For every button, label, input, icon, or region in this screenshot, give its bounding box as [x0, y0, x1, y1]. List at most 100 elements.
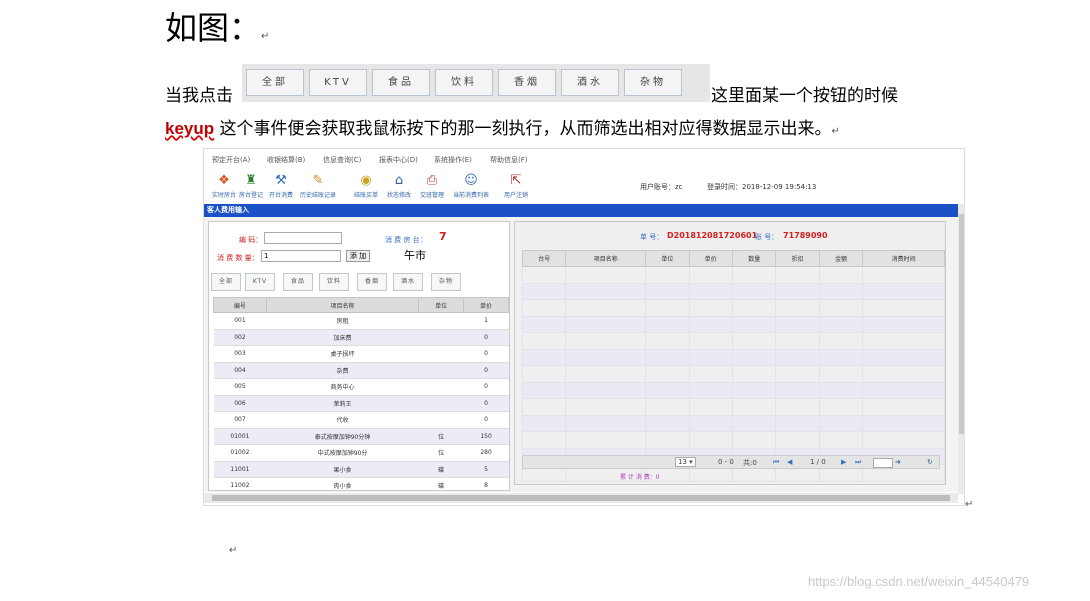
- keyword-keyup: keyup: [165, 119, 215, 138]
- table-row[interactable]: [521, 332, 945, 350]
- filter-button-cigarettes[interactable]: 香烟: [498, 69, 556, 96]
- table-cell: [862, 332, 945, 350]
- table-cell: [688, 348, 734, 366]
- page-text: 1 / 0: [810, 458, 826, 466]
- table-row[interactable]: [521, 365, 945, 383]
- col-header: 金额: [818, 250, 864, 267]
- horizontal-scrollbar[interactable]: [204, 493, 958, 503]
- vertical-scrollbar[interactable]: [958, 204, 964, 494]
- table-cell: [418, 329, 464, 346]
- menu-item[interactable]: 报表中心(D): [379, 155, 418, 165]
- table-row[interactable]: 11002 肉小食碟 8: [213, 477, 509, 490]
- toolbar-item-shift[interactable]: ⎙ 交班管理: [412, 173, 452, 199]
- table-cell: [732, 414, 777, 432]
- table-row[interactable]: [521, 282, 945, 300]
- col-header: 消费时间: [862, 250, 945, 267]
- filter-button-wine[interactable]: 酒水: [561, 69, 619, 96]
- tab-all[interactable]: 全部: [211, 273, 241, 291]
- table-cell: [521, 365, 567, 383]
- table-cell: [862, 348, 945, 366]
- table-row[interactable]: 003 桌子损坏 0: [213, 345, 509, 363]
- table-cell: [565, 414, 647, 432]
- last-page-icon[interactable]: ⏭: [855, 458, 861, 467]
- table-cell: 0: [463, 362, 509, 379]
- table-cell: 泰式按摩加钟90分钟: [266, 428, 419, 445]
- tab-ktv[interactable]: KTV: [245, 273, 275, 291]
- go-icon[interactable]: ➜: [895, 458, 901, 466]
- table-cell: 8: [463, 477, 509, 490]
- login-time: 登录时间：2018-12-09 19:54:13: [707, 183, 817, 191]
- table-row[interactable]: 002 加床费 0: [213, 329, 509, 346]
- table-cell: [818, 431, 864, 449]
- table-cell: [565, 299, 647, 317]
- table-cell: [521, 348, 567, 366]
- table-row[interactable]: 11001 果小食碟 5: [213, 461, 509, 478]
- toolbar-item-consume[interactable]: ⚒ 开台消费: [261, 173, 301, 199]
- table-cell: [645, 299, 690, 317]
- table-cell: [645, 414, 690, 432]
- table-cell: [418, 411, 464, 429]
- table-cell: [775, 431, 820, 449]
- table-cell: [775, 414, 820, 432]
- next-page-icon[interactable]: ▶: [841, 458, 846, 466]
- refresh-icon[interactable]: ↻: [927, 458, 933, 466]
- table-cell: 商务中心: [266, 378, 419, 396]
- prev-page-icon[interactable]: ◀: [787, 458, 792, 466]
- table-cell: [732, 332, 777, 350]
- app-screenshot: 预定开台(A) 收银结算(B) 信息查询(C) 报表中心(D) 系统操作(E) …: [203, 148, 965, 506]
- qty-input[interactable]: 1: [261, 250, 341, 262]
- left-panel: 编 码： 消 费 房 台： 7 消 费 数 量： 1 添 加 午市 全部 KTV…: [208, 221, 510, 491]
- order-number: D201812081720601: [667, 231, 758, 240]
- table-row[interactable]: [521, 398, 945, 416]
- table-row[interactable]: [521, 431, 945, 449]
- table-row[interactable]: [521, 299, 945, 317]
- table-row[interactable]: 007 代收 0: [213, 411, 509, 429]
- filter-button-drinks[interactable]: 饮料: [435, 69, 493, 96]
- table-cell: 150: [463, 428, 509, 445]
- tab-cigarettes[interactable]: 香烟: [357, 273, 387, 291]
- filter-button-misc[interactable]: 杂物: [624, 69, 682, 96]
- page-size-select[interactable]: 13 ▾: [675, 457, 696, 467]
- filter-button-all[interactable]: 全部: [246, 69, 304, 96]
- filter-button-food[interactable]: 食品: [372, 69, 430, 96]
- code-input[interactable]: [264, 232, 342, 244]
- paragraph-mark: ↵: [831, 126, 840, 137]
- add-button[interactable]: 添 加: [346, 250, 370, 262]
- table-row[interactable]: [521, 266, 945, 284]
- filter-button-ktv[interactable]: KTV: [309, 69, 367, 96]
- toolbar-item-history[interactable]: ✎ 历史结账记录: [298, 173, 338, 199]
- toolbar-item-list[interactable]: ☺ 当前消费列表: [451, 173, 491, 199]
- table-cell: [775, 315, 820, 333]
- table-row[interactable]: [521, 381, 945, 399]
- table-row[interactable]: 005 商务中心 0: [213, 378, 509, 396]
- menu-item[interactable]: 系统操作(E): [434, 155, 472, 165]
- first-page-icon[interactable]: ⏮: [773, 458, 779, 467]
- tab-drinks[interactable]: 饮料: [319, 273, 349, 291]
- table-row[interactable]: 01001 泰式按摩加钟90分钟位 150: [213, 428, 509, 445]
- goto-page-input[interactable]: [873, 458, 893, 468]
- tab-wine[interactable]: 酒水: [393, 273, 423, 291]
- table-row[interactable]: 004 杂费 0: [213, 362, 509, 379]
- col-header: 编号: [213, 297, 267, 313]
- menu-item[interactable]: 收银结算(B): [267, 155, 305, 165]
- table-row[interactable]: 006 茉莉王 0: [213, 395, 509, 412]
- table-cell: [775, 365, 820, 383]
- table-cell: 0: [463, 329, 509, 346]
- tab-food[interactable]: 食品: [283, 273, 313, 291]
- tab-misc[interactable]: 杂物: [431, 273, 461, 291]
- table-row[interactable]: [521, 315, 945, 333]
- menu-item[interactable]: 帮助信息(F): [490, 155, 528, 165]
- col-header: 项目名称: [565, 250, 647, 267]
- menu-item[interactable]: 预定开台(A): [212, 155, 250, 165]
- toolbar-item-logout[interactable]: ⇱ 用户注销: [496, 173, 536, 199]
- table-row[interactable]: [521, 414, 945, 432]
- table-cell: 位: [418, 444, 464, 462]
- table-cell: [818, 381, 864, 399]
- menu-item[interactable]: 信息查询(C): [323, 155, 361, 165]
- logout-icon: ⇱: [510, 173, 522, 188]
- room-label: 消 费 房 台：: [385, 236, 427, 244]
- table-cell: 001: [213, 312, 267, 330]
- table-row[interactable]: 01002 中式按摩加钟90分位 280: [213, 444, 509, 462]
- table-row[interactable]: [521, 348, 945, 366]
- table-row[interactable]: 001 房租 1: [213, 312, 509, 330]
